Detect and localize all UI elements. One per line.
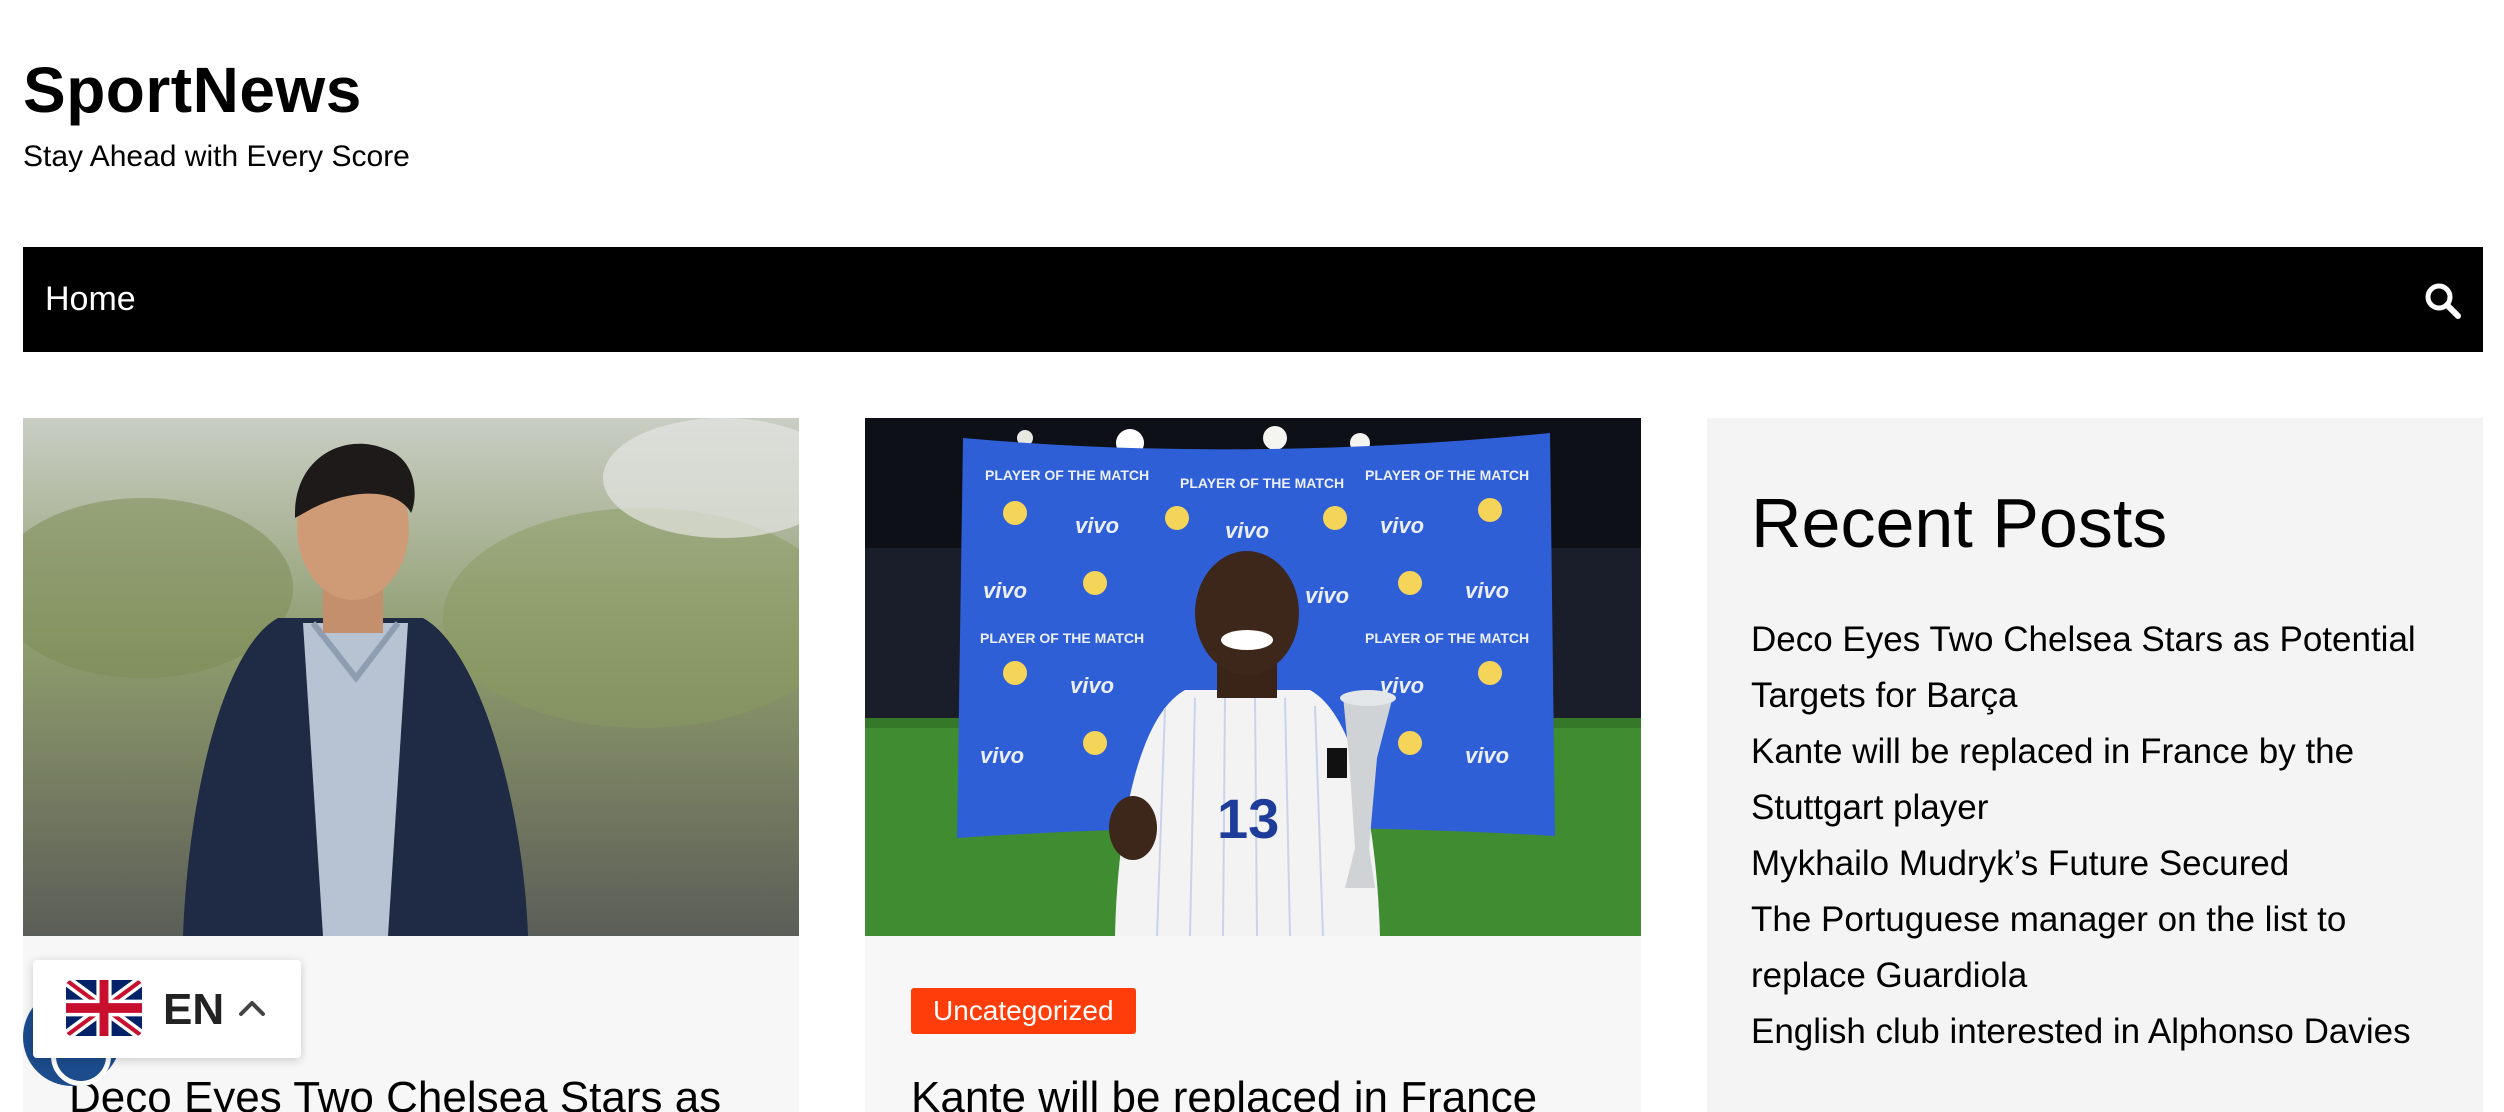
post-title[interactable]: Deco Eyes Two Chelsea Stars as — [69, 1070, 721, 1112]
sidebar-recent-posts: Recent Posts Deco Eyes Two Chelsea Stars… — [1707, 418, 2483, 1112]
search-icon[interactable] — [2423, 281, 2461, 319]
uk-flag-icon — [66, 980, 142, 1036]
site-title[interactable]: SportNews — [23, 58, 410, 122]
recent-post-link[interactable]: The Portuguese manager on the list to rep… — [1751, 900, 2346, 995]
svg-text:vivo: vivo — [1225, 518, 1269, 543]
site-tagline: Stay Ahead with Every Score — [23, 140, 410, 173]
post-thumbnail-kante[interactable]: PLAYER OF THE MATCH PLAYER OF THE MATCH … — [865, 418, 1641, 936]
svg-text:vivo: vivo — [1465, 743, 1509, 768]
recent-post-link[interactable]: Mykhailo Mudryk’s Future Secured — [1751, 844, 2289, 883]
svg-text:vivo: vivo — [980, 743, 1024, 768]
recent-post-link[interactable]: English club interested in Alphonso Davi… — [1751, 1012, 2411, 1051]
chevron-up-icon — [239, 1001, 265, 1016]
svg-text:PLAYER OF THE MATCH: PLAYER OF THE MATCH — [1365, 467, 1529, 483]
list-item: Deco Eyes Two Chelsea Stars as Potential… — [1751, 612, 2451, 724]
post-card: PLAYER OF THE MATCH PLAYER OF THE MATCH … — [865, 418, 1641, 1112]
widget-title: Recent Posts — [1751, 484, 2168, 562]
svg-text:vivo: vivo — [1380, 513, 1424, 538]
list-item: Mykhailo Mudryk’s Future Secured — [1751, 836, 2451, 892]
post-title[interactable]: Kante will be replaced in France — [911, 1070, 1537, 1112]
svg-text:PLAYER OF THE MATCH: PLAYER OF THE MATCH — [1180, 475, 1344, 491]
recent-posts-list: Deco Eyes Two Chelsea Stars as Potential… — [1751, 612, 2451, 1060]
language-switcher[interactable]: EN — [33, 960, 301, 1058]
svg-text:vivo: vivo — [1305, 583, 1349, 608]
recent-post-link[interactable]: Deco Eyes Two Chelsea Stars as Potential… — [1751, 620, 2416, 715]
site-header: SportNews Stay Ahead with Every Score — [23, 58, 410, 172]
language-code: EN — [163, 985, 225, 1034]
svg-text:PLAYER OF THE MATCH: PLAYER OF THE MATCH — [980, 630, 1144, 646]
svg-text:vivo: vivo — [1465, 578, 1509, 603]
svg-text:PLAYER OF THE MATCH: PLAYER OF THE MATCH — [985, 467, 1149, 483]
main-navigation: Home — [23, 247, 2483, 352]
post-category-badge[interactable]: Uncategorized — [911, 988, 1136, 1034]
recent-post-link[interactable]: Kante will be replaced in France by the S… — [1751, 732, 2354, 827]
svg-text:vivo: vivo — [983, 578, 1027, 603]
list-item: Kante will be replaced in France by the S… — [1751, 724, 2451, 836]
svg-text:vivo: vivo — [1075, 513, 1119, 538]
nav-item-home[interactable]: Home — [45, 247, 136, 352]
list-item: English club interested in Alphonso Davi… — [1751, 1004, 2451, 1060]
svg-text:vivo: vivo — [1070, 673, 1114, 698]
post-thumbnail-deco[interactable] — [23, 418, 799, 936]
list-item: The Portuguese manager on the list to rep… — [1751, 892, 2451, 1004]
svg-text:PLAYER OF THE MATCH: PLAYER OF THE MATCH — [1365, 630, 1529, 646]
svg-text:13: 13 — [1217, 787, 1279, 850]
